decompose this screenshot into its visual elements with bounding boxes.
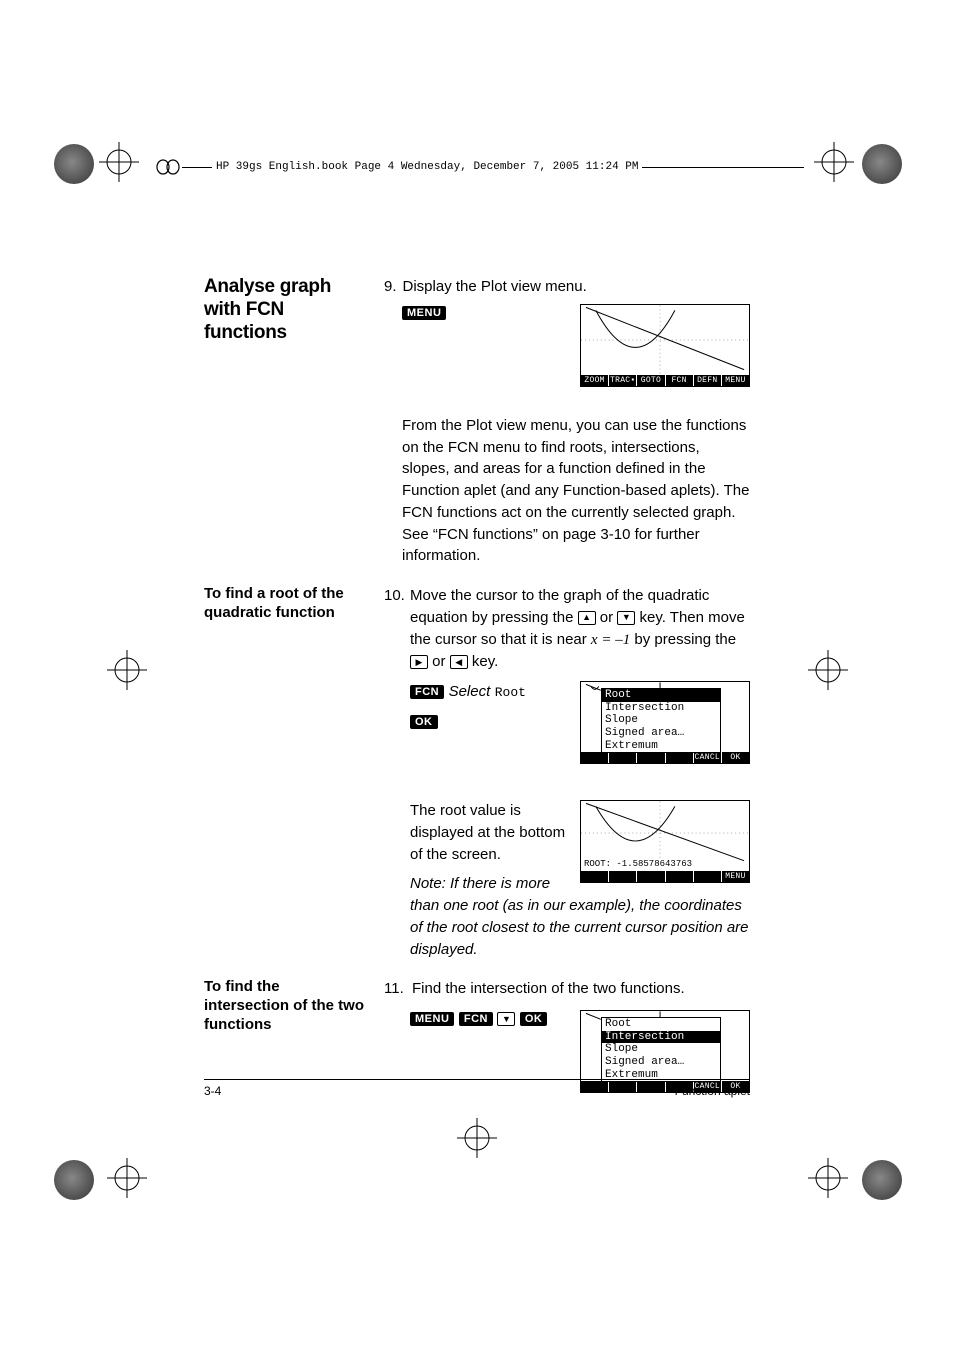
body-paragraph: From the Plot view menu, you can use the…	[402, 415, 750, 567]
calculator-screen-fcn-menu-root: Root Intersection Slope Signed area… Ext…	[580, 681, 750, 764]
select-word: Select	[449, 683, 491, 700]
menu-item: Intersection	[602, 702, 720, 715]
root-result-text: ROOT: -1.58578643763	[584, 859, 692, 869]
menu-item: Intersection	[602, 1031, 720, 1044]
menu-item: Root	[602, 1018, 720, 1031]
softkey	[637, 871, 665, 882]
equation: x = –1	[591, 632, 630, 648]
header-text: HP 39gs English.book Page 4 Wednesday, D…	[212, 161, 642, 173]
crosshair-icon	[107, 1158, 147, 1198]
section-heading-intersection: To find the intersection of the two func…	[204, 978, 364, 1034]
calculator-screen-root-result: ROOT: -1.58578643763 MENU	[580, 800, 750, 883]
calculator-screen-plot-menu: ZOOM TRAC▪ GOTO FCN DEFN MENU	[580, 304, 750, 387]
softkey: MENU	[722, 375, 749, 386]
book-binding-icon	[154, 156, 182, 178]
page-number: 3-4	[204, 1084, 221, 1098]
step-text: Find the intersection of the two functio…	[412, 978, 685, 1000]
step-number: 11.	[384, 978, 406, 1000]
fcn-menu-list: Root Intersection Slope Signed area… Ext…	[601, 688, 721, 753]
body-paragraph: The root value is displayed at the botto…	[410, 800, 570, 865]
right-arrow-key: ▶	[410, 655, 428, 669]
fcn-softkey: FCN	[459, 1012, 493, 1026]
menu-item: Signed area…	[602, 727, 720, 740]
softkey	[581, 752, 609, 763]
down-arrow-key: ▼	[617, 611, 635, 625]
softkey: GOTO	[637, 375, 665, 386]
fcn-softkey: FCN	[410, 685, 444, 699]
softkey: CANCL	[694, 752, 722, 763]
crosshair-icon	[808, 650, 848, 690]
softkey: ZOOM	[581, 375, 609, 386]
menu-softkey: MENU	[402, 306, 446, 320]
section-heading-root: To find a root of the quadratic function	[204, 585, 364, 623]
step-number: 9.	[384, 276, 397, 298]
fcn-menu-list: Root Intersection Slope Signed area… Ext…	[601, 1017, 721, 1082]
softkey	[666, 871, 694, 882]
print-header: HP 39gs English.book Page 4 Wednesday, D…	[154, 156, 804, 178]
softkey: DEFN	[694, 375, 722, 386]
softkey: OK	[722, 752, 749, 763]
print-registration-disc	[54, 144, 94, 184]
print-registration-disc	[862, 1160, 902, 1200]
print-registration-disc	[54, 1160, 94, 1200]
menu-item: Signed area…	[602, 1056, 720, 1069]
select-item: Root	[495, 685, 526, 700]
crosshair-icon	[814, 142, 854, 182]
softkey	[666, 752, 694, 763]
up-arrow-key: ▲	[578, 611, 596, 625]
softkey	[637, 752, 665, 763]
section-heading-analyse: Analyse graph with FCN functions	[204, 276, 364, 344]
softkey: MENU	[722, 871, 749, 882]
softkey: FCN	[666, 375, 694, 386]
menu-softkey: MENU	[410, 1012, 454, 1026]
softkey	[694, 871, 722, 882]
softkey: TRAC▪	[609, 375, 637, 386]
ok-softkey: OK	[520, 1012, 548, 1026]
crosshair-icon	[457, 1118, 497, 1158]
menu-item: Slope	[602, 714, 720, 727]
plot-graph-icon	[581, 305, 749, 375]
menu-item: Root	[602, 689, 720, 702]
crosshair-icon	[99, 142, 139, 182]
step-text: Display the Plot view menu.	[403, 276, 587, 298]
menu-item: Extremum	[602, 740, 720, 753]
page-footer: 3-4 Function aplet	[204, 1079, 750, 1098]
ok-softkey: OK	[410, 715, 438, 729]
footer-title: Function aplet	[675, 1084, 750, 1098]
crosshair-icon	[107, 650, 147, 690]
crosshair-icon	[808, 1158, 848, 1198]
down-arrow-key: ▼	[497, 1012, 515, 1026]
menu-item: Slope	[602, 1043, 720, 1056]
left-arrow-key: ◀	[450, 655, 468, 669]
step-text: Move the cursor to the graph of the quad…	[410, 585, 750, 673]
softkey	[609, 871, 637, 882]
body-note: Note: If there is more than one root (as…	[410, 873, 750, 960]
step-number: 10.	[384, 585, 406, 673]
print-registration-disc	[862, 144, 902, 184]
softkey	[581, 871, 609, 882]
softkey	[609, 752, 637, 763]
